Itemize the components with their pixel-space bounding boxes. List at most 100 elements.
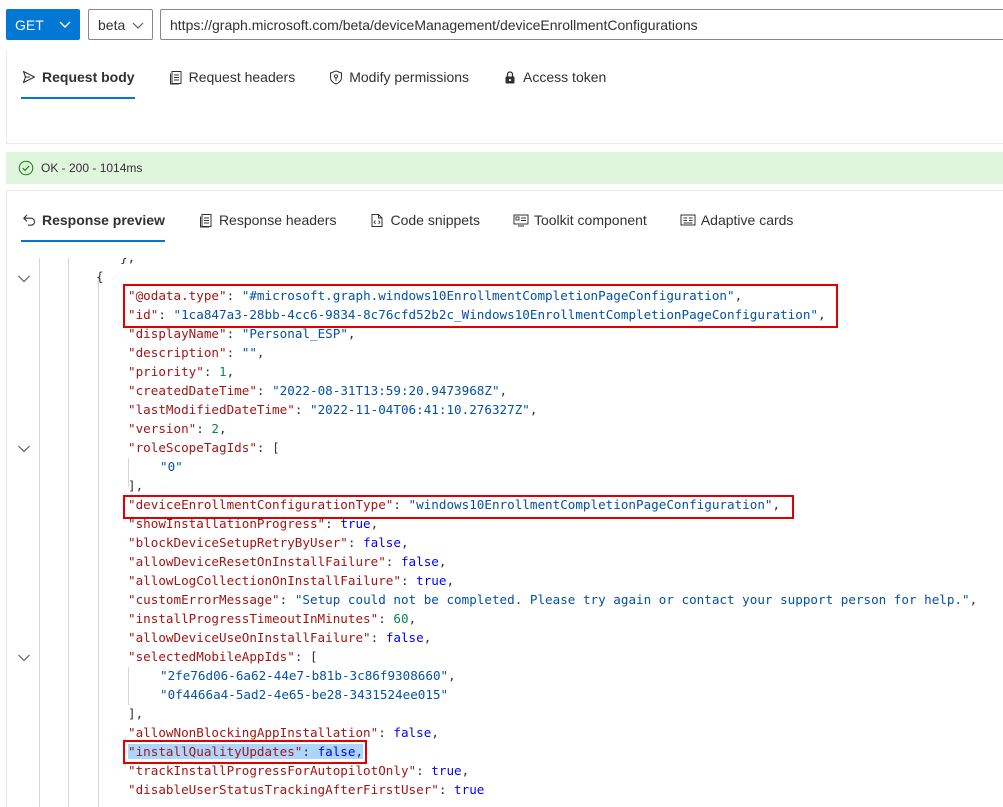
json-value: "2fe76d06-6a62-44e7-b81b-3c86f9308660" <box>160 668 449 683</box>
json-key: "id" <box>128 307 159 322</box>
json-value: "" <box>241 345 257 360</box>
tab-label: Modify permissions <box>349 69 470 85</box>
status-text: OK - 200 - 1014ms <box>41 161 143 175</box>
code-line: "@odata.type": "#microsoft.graph.windows… <box>128 288 743 303</box>
document-icon <box>168 69 184 85</box>
chevron-down-icon[interactable] <box>17 272 31 284</box>
json-value: false <box>363 535 401 550</box>
indent-guide <box>98 277 99 807</box>
code-line: "0f4466a4-5ad2-4e65-be28-3431524ee015" <box>160 685 448 704</box>
json-value: 1 <box>219 364 227 379</box>
json-key: "version" <box>128 421 197 436</box>
tab-label: Adaptive cards <box>700 212 794 228</box>
json-value: true <box>340 516 371 531</box>
json-key: "createdDateTime" <box>128 383 257 398</box>
json-key: "trackInstallProgressForAutopilotOnly" <box>128 763 417 778</box>
code-line: "customErrorMessage": "Setup could not b… <box>128 592 978 607</box>
tab-response-preview[interactable]: Response preview <box>21 212 165 242</box>
tab-request-body[interactable]: Request body <box>21 69 135 99</box>
code-line: }, <box>120 258 135 267</box>
tab-adaptive-cards[interactable]: Adaptive cards <box>680 212 794 228</box>
code-line: "version": 2, <box>128 421 227 436</box>
url-input[interactable]: https://graph.microsoft.com/beta/deviceM… <box>160 9 1003 40</box>
code-line: "trackInstallProgressForAutopilotOnly": … <box>128 763 470 778</box>
card-icon <box>680 212 696 228</box>
code-line: "priority": 1, <box>128 364 235 379</box>
json-value: "2022-11-04T06:41:10.276327Z" <box>309 402 530 417</box>
code-line: "0" <box>160 457 183 476</box>
json-key: "blockDeviceSetupRetryByUser" <box>128 535 348 550</box>
chevron-down-icon[interactable] <box>17 442 31 454</box>
code-file-icon <box>369 212 385 228</box>
json-value: [ <box>272 440 280 455</box>
indent-guide <box>68 258 69 807</box>
code-line: "allowLogCollectionOnInstallFailure": tr… <box>128 573 455 588</box>
tab-response-headers[interactable]: Response headers <box>198 212 336 228</box>
json-key: "showInstallationProgress" <box>128 516 326 531</box>
code-line: "allowDeviceResetOnInstallFailure": fals… <box>128 554 447 569</box>
json-value: "Personal_ESP" <box>241 326 348 341</box>
check-circle-icon <box>18 160 34 176</box>
request-bar: GET beta https://graph.microsoft.com/bet… <box>0 0 1003 50</box>
tab-modify-permissions[interactable]: Modify permissions <box>328 69 469 85</box>
lock-icon <box>502 69 518 85</box>
json-key: "displayName" <box>128 326 227 341</box>
code-line: "description": "", <box>128 345 265 360</box>
indent-guide <box>128 667 129 705</box>
code-line: "displayName": "Personal_ESP", <box>128 326 356 341</box>
request-panel: Request body Request headers Modify perm… <box>6 50 1003 144</box>
http-method-dropdown[interactable]: GET <box>6 9 80 40</box>
json-key: "installProgressTimeoutInMinutes" <box>128 611 379 626</box>
chevron-down-icon[interactable] <box>17 651 31 663</box>
code-line: "deviceEnrollmentConfigurationType": "wi… <box>128 497 781 512</box>
status-bar: OK - 200 - 1014ms <box>6 152 1003 184</box>
json-key: "allowLogCollectionOnInstallFailure" <box>128 573 401 588</box>
tab-label: Access token <box>523 69 607 85</box>
code-line: { <box>96 269 104 284</box>
tab-label: Request headers <box>188 69 296 85</box>
shield-key-icon <box>328 69 344 85</box>
json-value: false <box>317 744 356 759</box>
response-tabs: Response preview Response headers Code s… <box>21 208 826 242</box>
version-dropdown[interactable]: beta <box>88 9 153 40</box>
code-line: "disableUserStatusTrackingAfterFirstUser… <box>128 782 485 797</box>
indent-guide <box>39 258 40 807</box>
tab-label: Toolkit component <box>533 212 647 228</box>
json-key: "selectedMobileAppIds" <box>128 649 295 664</box>
code-line: "showInstallationProgress": true, <box>128 516 379 531</box>
code-line: ], <box>128 476 143 495</box>
http-method-label: GET <box>15 16 44 33</box>
json-response-viewer[interactable]: }, { "@odata.type": "#microsoft.graph.wi… <box>0 258 1003 807</box>
json-key: "allowDeviceResetOnInstallFailure" <box>128 554 386 569</box>
json-key: "@odata.type" <box>128 288 227 303</box>
json-key: "customErrorMessage" <box>128 592 280 607</box>
json-value: ], <box>128 478 144 493</box>
json-key: "allowDeviceUseOnInstallFailure" <box>128 630 371 645</box>
json-key: "deviceEnrollmentConfigurationType" <box>128 497 394 512</box>
code-line: "allowDeviceUseOnInstallFailure": false, <box>128 630 432 645</box>
tab-request-headers[interactable]: Request headers <box>168 69 296 85</box>
request-tabs: Request body Request headers Modify perm… <box>21 65 639 99</box>
json-value: "1ca847a3-28bb-4cc6-9834-8c76cfd52b2c_Wi… <box>173 307 818 322</box>
tab-toolkit-component[interactable]: Toolkit component <box>513 212 647 228</box>
json-value: 2 <box>211 421 220 436</box>
chevron-down-icon <box>132 22 144 29</box>
code-line: ], <box>128 704 143 723</box>
json-value: true <box>416 573 447 588</box>
json-key: "roleScopeTagIds" <box>128 440 257 455</box>
json-key: "allowNonBlockingAppInstallation" <box>128 725 379 740</box>
component-icon <box>513 212 529 228</box>
json-key: "lastModifiedDateTime" <box>128 402 295 417</box>
code-line: "installQualityUpdates": false, <box>128 744 364 759</box>
json-value: 60 <box>393 611 409 626</box>
tab-access-token[interactable]: Access token <box>502 69 606 85</box>
json-value: "Setup could not be completed. Please tr… <box>294 592 970 607</box>
tab-label: Request body <box>42 69 135 85</box>
json-value: false <box>393 725 432 740</box>
json-value: false <box>400 554 439 569</box>
code-line: "roleScopeTagIds": [ <box>128 440 280 455</box>
json-key: "priority" <box>128 364 204 379</box>
tab-code-snippets[interactable]: Code snippets <box>369 212 480 228</box>
json-value: "2022-08-31T13:59:20.9473968Z" <box>272 383 500 398</box>
code-line: "2fe76d06-6a62-44e7-b81b-3c86f9308660", <box>160 668 456 683</box>
